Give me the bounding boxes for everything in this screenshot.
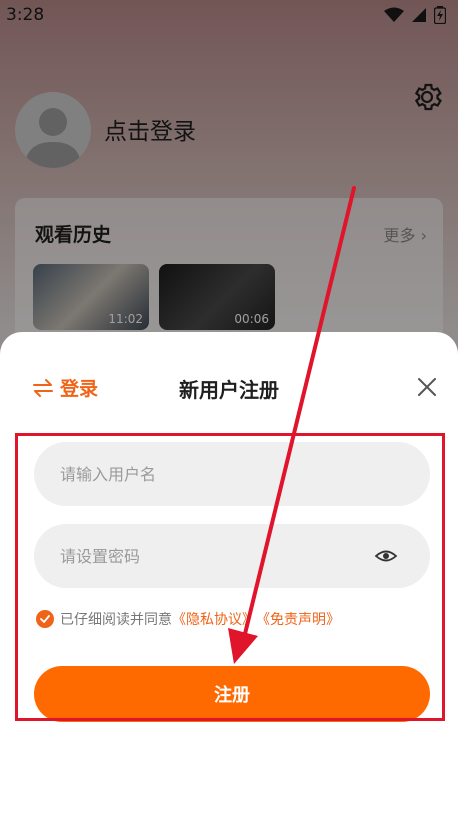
password-field-wrapper (34, 524, 430, 588)
privacy-policy-link[interactable]: 《隐私协议》 (172, 609, 256, 629)
eye-icon[interactable] (374, 544, 398, 568)
username-input[interactable] (34, 442, 430, 506)
close-icon[interactable] (412, 372, 442, 402)
checkmark-icon (40, 615, 50, 623)
sheet-title: 新用户注册 (179, 378, 279, 402)
agreement-text: 已仔细阅读并同意 (60, 612, 172, 628)
username-field-wrapper (34, 442, 430, 506)
agreement-row: 已仔细阅读并同意 《隐私协议》 《免责声明》 (36, 609, 340, 629)
password-input[interactable] (34, 524, 430, 588)
agreement-checkbox[interactable] (36, 610, 54, 628)
register-button[interactable]: 注册 (34, 666, 430, 722)
register-sheet: 登录 新用户注册 已仔细阅读并同意 《隐私协议》 《免责声明》 注册 (0, 332, 458, 820)
disclaimer-link[interactable]: 《免责声明》 (256, 609, 340, 629)
